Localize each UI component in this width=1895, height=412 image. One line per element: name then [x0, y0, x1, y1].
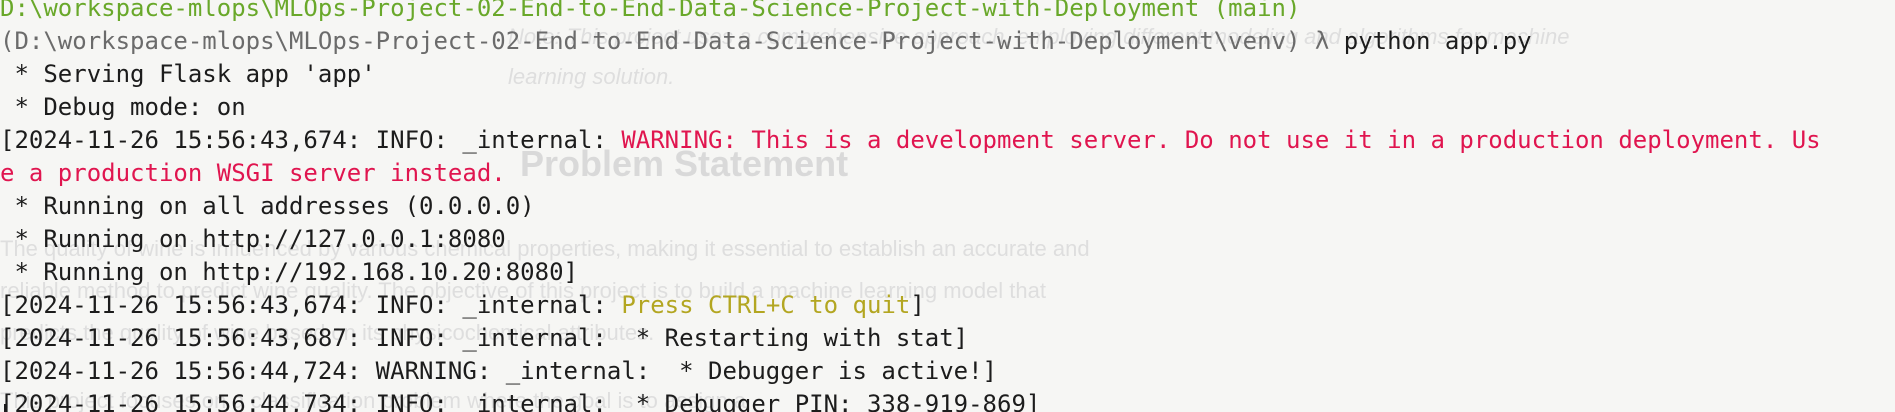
dev-server-warning-wrap: e a production WSGI server instead. — [0, 159, 506, 187]
prompt-path: (D:\workspace-mlops\MLOps-Project-02-End… — [0, 27, 1344, 55]
running-all-addresses: * Running on all addresses (0.0.0.0) — [0, 192, 535, 220]
serving-line: * Serving Flask app 'app' — [0, 60, 376, 88]
command-text: python app.py — [1343, 27, 1532, 55]
log-prefix: [2024-11-26 15:56:43,674: INFO: _interna… — [0, 291, 622, 319]
command-line: (D:\workspace-mlops\MLOps-Project-02-End… — [0, 25, 1895, 58]
log-line-debugger-pin: [2024-11-26 15:56:44,734: INFO: _interna… — [0, 390, 1041, 412]
log-line-restart: [2024-11-26 15:56:43,687: INFO: _interna… — [0, 324, 969, 352]
log-line-warning: [2024-11-26 15:56:43,674: INFO: _interna… — [0, 124, 1895, 157]
quit-hint: Press CTRL+C to quit — [621, 291, 911, 319]
running-localhost: * Running on http://127.0.0.1:8080 — [0, 225, 506, 253]
terminal-output[interactable]: D:\workspace-mlops\MLOps-Project-02-End-… — [0, 0, 1895, 412]
log-suffix: ] — [910, 291, 925, 319]
log-line-quit: [2024-11-26 15:56:43,674: INFO: _interna… — [0, 289, 1895, 322]
dev-server-warning: WARNING: This is a development server. D… — [621, 126, 1821, 154]
prev-prompt-partial: D:\workspace-mlops\MLOps-Project-02-End-… — [0, 0, 1301, 22]
log-line-debugger-active: [2024-11-26 15:56:44,724: WARNING: _inte… — [0, 357, 997, 385]
running-lan: * Running on http://192.168.10.20:8080] — [0, 258, 578, 286]
debug-mode-line: * Debug mode: on — [0, 93, 246, 121]
log-prefix: [2024-11-26 15:56:43,674: INFO: _interna… — [0, 126, 622, 154]
text-cursor — [4, 404, 7, 412]
terminal-window[interactable]: Note: This project uses a comprehensive … — [0, 0, 1895, 412]
